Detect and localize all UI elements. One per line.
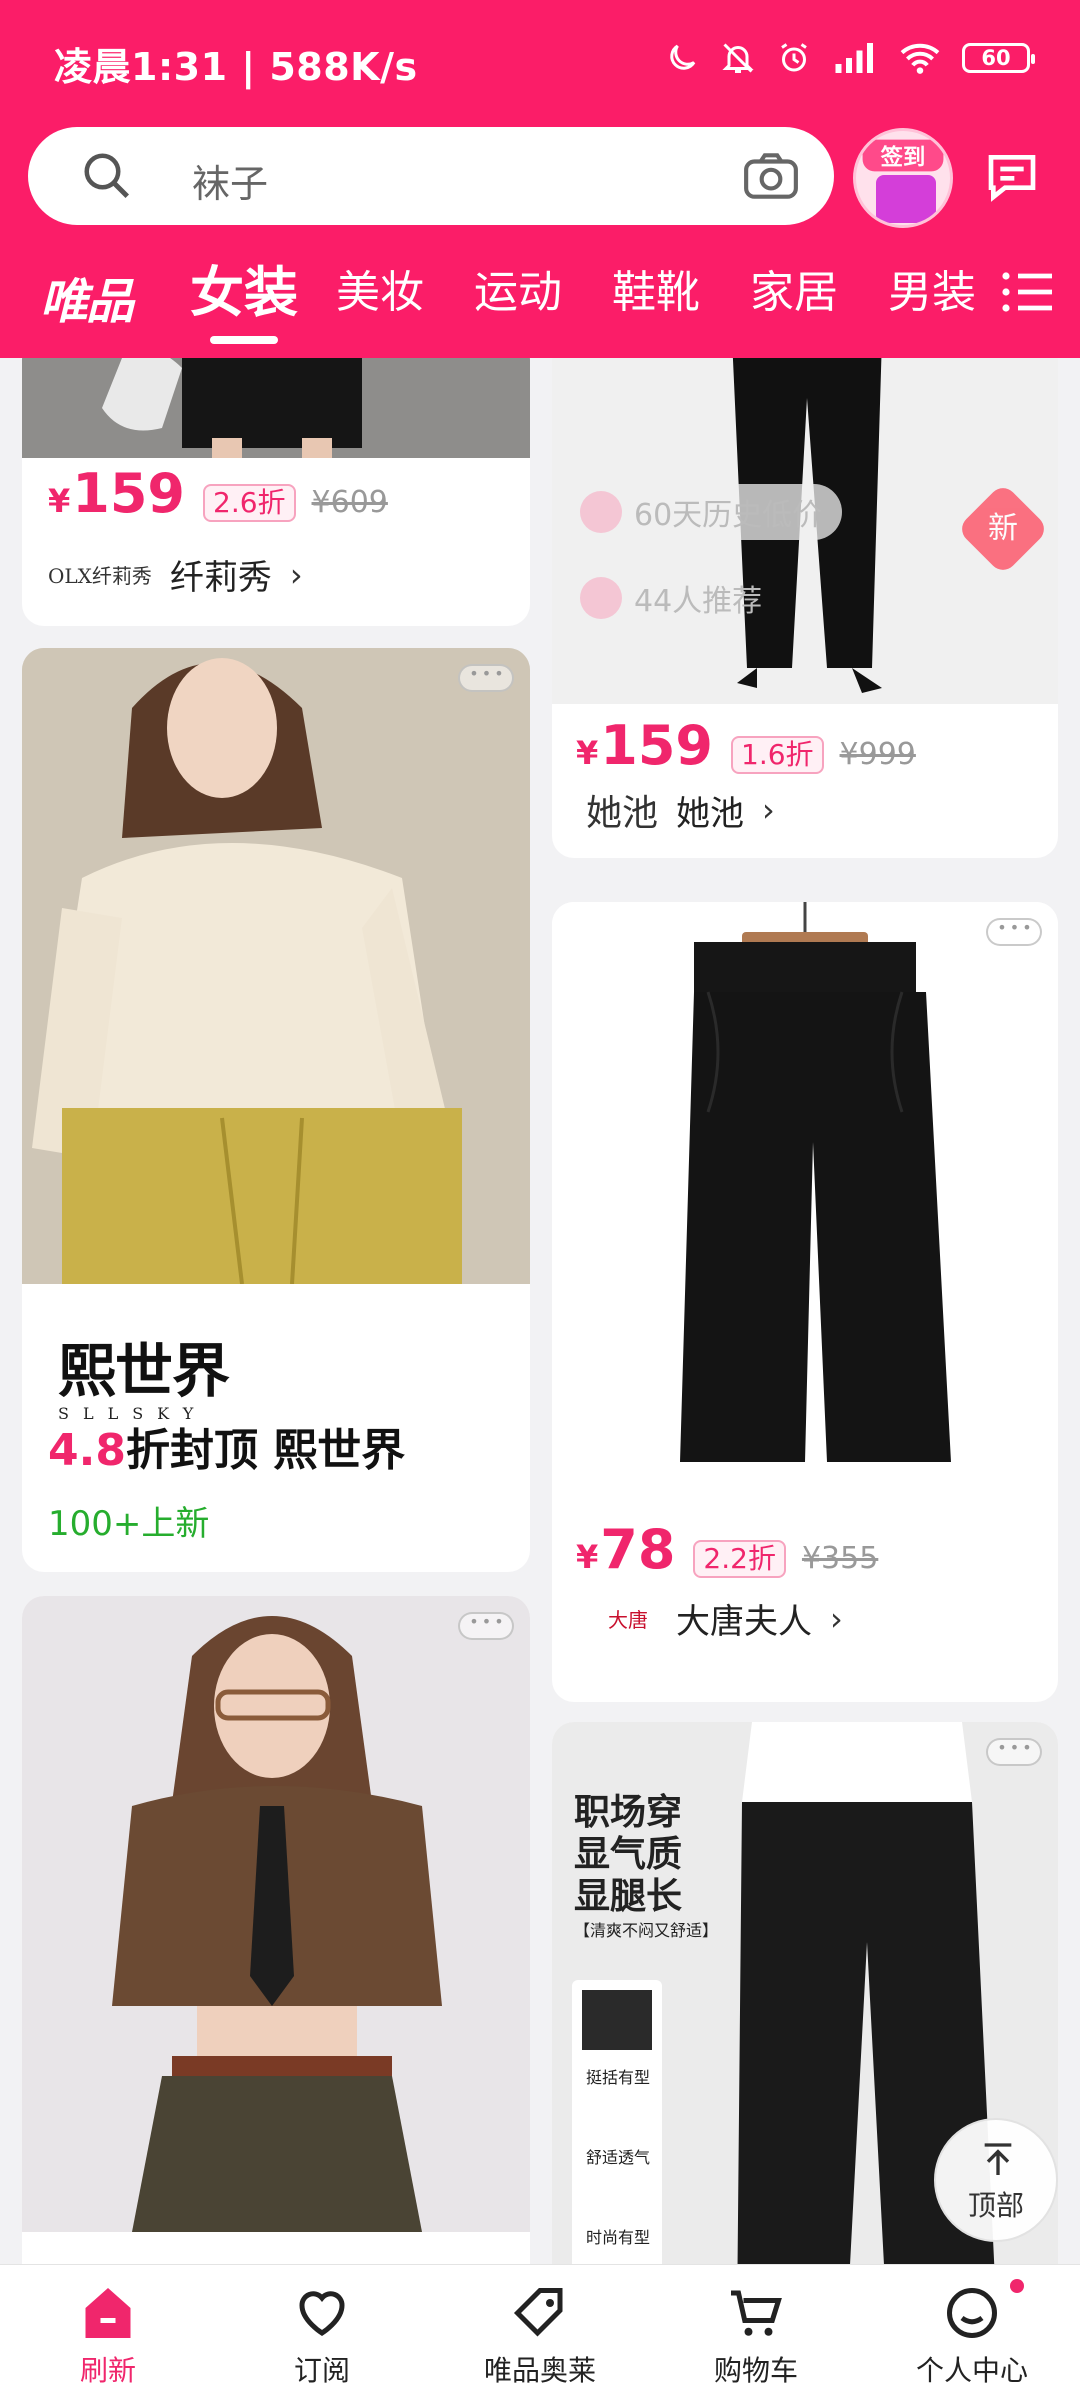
brand-discount-title: 4.8折封顶 熙世界 <box>48 1425 406 1476</box>
checkin-button[interactable]: 签到 <box>853 128 953 228</box>
history-low-price-tag: 60天历史低价 <box>572 484 843 540</box>
product-card[interactable]: 60天历史低价 44人推荐 新 ¥ 159 1.6折 ¥999 她池 她池 › <box>552 358 1058 858</box>
brand-logo: 熙世界 SLLSKY <box>58 1337 230 1423</box>
active-tab-indicator <box>210 336 278 344</box>
home-icon <box>85 2288 131 2338</box>
product-image <box>22 1596 530 2232</box>
original-price: ¥999 <box>839 737 916 772</box>
brand-name: 大唐夫人 <box>676 1602 812 1642</box>
camera-icon[interactable] <box>742 151 800 201</box>
wifi-icon <box>900 43 940 74</box>
currency-symbol: ¥ <box>576 734 599 772</box>
app-root: 凌晨1:31 | 588K/s 60 袜子 签到 唯品 女装 美妆 运动 鞋靴 <box>0 0 1080 2400</box>
price: 159 <box>600 714 713 777</box>
tab-shoes[interactable]: 鞋靴 <box>612 256 700 320</box>
recommend-count-tag: 44人推荐 <box>572 570 782 626</box>
more-options-icon[interactable] <box>986 1738 1042 1766</box>
battery-icon: 60 <box>962 43 1035 73</box>
price-row: ¥ 78 2.2折 ¥355 <box>576 1518 878 1581</box>
search-placeholder: 袜子 <box>192 162 269 206</box>
more-options-icon[interactable] <box>458 664 514 692</box>
product-image <box>22 648 530 1284</box>
currency-symbol: ¥ <box>576 1538 599 1576</box>
nav-subscribe[interactable]: 订阅 <box>222 2265 422 2400</box>
product-image <box>552 902 1058 1518</box>
trend-down-icon <box>580 491 622 533</box>
tab-womens[interactable]: 女装 <box>190 248 298 327</box>
new-arrivals-count: 100+上新 <box>48 1504 210 1544</box>
brand-name: 纤莉秀 <box>169 558 272 598</box>
tag-icon <box>513 2288 563 2337</box>
currency-symbol: ¥ <box>48 482 71 520</box>
discount-badge: 1.6折 <box>731 736 824 774</box>
moon-icon <box>670 44 696 70</box>
more-options-icon[interactable] <box>986 918 1042 946</box>
checkin-label: 签到 <box>862 139 944 172</box>
category-menu-icon[interactable] <box>1000 268 1056 316</box>
price-row: ¥ 159 1.6折 ¥999 <box>576 714 916 777</box>
product-card[interactable] <box>22 1596 530 2264</box>
brand-logo: 大唐 <box>608 1608 648 1632</box>
tab-mens[interactable]: 男装 <box>888 256 976 320</box>
status-icons: 60 <box>664 40 1035 76</box>
back-to-top-label: 顶部 <box>967 2189 1024 2222</box>
tab-beauty[interactable]: 美妆 <box>336 256 424 320</box>
nav-profile[interactable]: 个人中心 <box>872 2265 1072 2400</box>
discount-badge: 2.2折 <box>693 1540 786 1578</box>
notification-dot <box>1010 2279 1024 2293</box>
nav-outlet[interactable]: 唯品奥莱 <box>440 2265 640 2400</box>
brand-card[interactable]: 熙世界 SLLSKY 4.8折封顶 熙世界 100+上新 <box>22 648 530 1572</box>
brand-logo: 她池 <box>586 793 659 834</box>
price: 159 <box>72 462 185 525</box>
discount-badge: 2.6折 <box>203 484 296 522</box>
bottom-navigation: 刷新 订阅 唯品奥莱 购物车 个人中心 <box>0 2264 1080 2400</box>
category-tabs: 唯品 女装 美妆 运动 鞋靴 家居 男装 <box>0 252 1080 352</box>
back-to-top-button[interactable]: 顶部 <box>934 2118 1058 2242</box>
nav-refresh[interactable]: 刷新 <box>8 2265 208 2400</box>
more-options-icon[interactable] <box>458 1612 514 1640</box>
mute-bell-icon <box>722 43 754 73</box>
brand-logo: OLX纤莉秀 <box>48 564 152 588</box>
new-badge: 新 <box>956 482 1050 576</box>
product-image <box>22 358 530 458</box>
alarm-icon <box>781 43 807 72</box>
nav-cart[interactable]: 购物车 <box>656 2265 856 2400</box>
brand-link[interactable]: 她池 她池 › <box>586 784 775 836</box>
cart-icon <box>731 2290 782 2336</box>
profile-icon <box>947 2288 997 2338</box>
arrow-up-icon <box>984 2143 1012 2175</box>
tab-home[interactable]: 家居 <box>750 256 838 320</box>
chevron-right-icon: › <box>289 555 303 594</box>
product-card[interactable]: ¥ 159 2.6折 ¥609 OLX纤莉秀 纤莉秀 › <box>22 358 530 626</box>
original-price: ¥609 <box>311 485 388 520</box>
calendar-icon <box>876 175 936 223</box>
share-icon <box>580 577 622 619</box>
chevron-right-icon: › <box>762 791 775 829</box>
chevron-right-icon: › <box>830 1599 843 1638</box>
product-card[interactable]: ¥ 78 2.2折 ¥355 大唐 大唐夫人 › <box>552 902 1058 1702</box>
product-feed[interactable]: ¥ 159 2.6折 ¥609 OLX纤莉秀 纤莉秀 › 60天历史低价 44人… <box>0 358 1080 2264</box>
tab-sports[interactable]: 运动 <box>474 256 562 320</box>
vip-logo[interactable]: 唯品 <box>40 262 134 332</box>
search-icon <box>84 153 130 199</box>
message-icon[interactable] <box>984 148 1040 204</box>
heart-icon <box>299 2291 345 2336</box>
brand-name: 她池 <box>676 793 745 834</box>
search-bar[interactable]: 袜子 <box>28 127 834 225</box>
top-header: 凌晨1:31 | 588K/s 60 袜子 签到 唯品 女装 美妆 运动 鞋靴 <box>0 0 1080 358</box>
price: 78 <box>600 1518 676 1581</box>
signal-icon <box>835 43 873 73</box>
promo-headline: 职场穿 显气质 显腿长 【清爽不闷又舒适】 <box>574 1792 719 1940</box>
promo-features: 挺括有型 舒适透气 时尚有型 <box>585 2068 650 2247</box>
brand-link[interactable]: OLX纤莉秀 纤莉秀 › <box>48 550 303 599</box>
brand-info: 熙世界 SLLSKY 4.8折封顶 熙世界 100+上新 <box>22 1284 530 1572</box>
original-price: ¥355 <box>801 1541 879 1576</box>
price-row: ¥ 159 2.6折 ¥609 <box>48 462 388 525</box>
status-time: 凌晨1:31 | 588K/s <box>54 45 418 89</box>
brand-link[interactable]: 大唐 大唐夫人 › <box>608 1594 843 1643</box>
